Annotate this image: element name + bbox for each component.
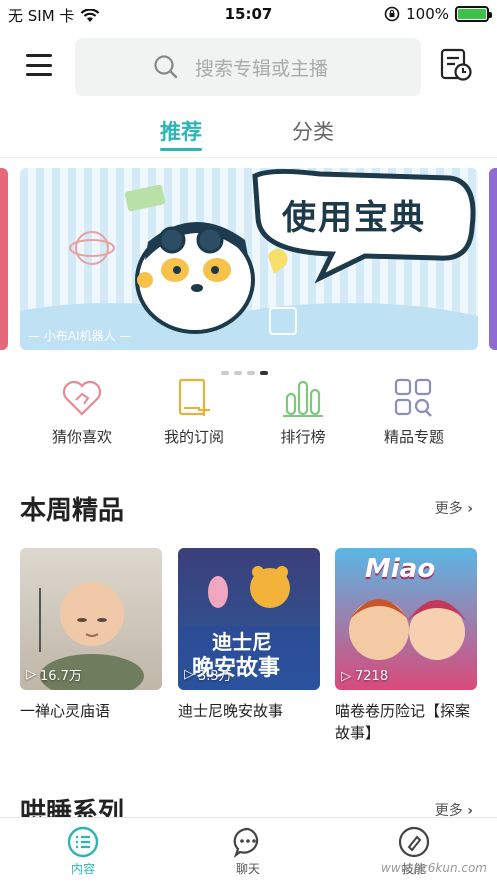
- menu-icon[interactable]: [26, 54, 52, 76]
- play-count-value: 16.7万: [40, 669, 82, 684]
- tab-category[interactable]: 分类: [292, 116, 334, 146]
- content-tabs: 推荐 分类: [0, 114, 497, 158]
- book-add-icon: [178, 378, 210, 416]
- quick-ranking[interactable]: 排行榜: [258, 378, 348, 447]
- banner-pagination: [221, 371, 268, 375]
- play-icon: ▷: [184, 667, 194, 682]
- tab-label: 聊天: [235, 862, 260, 876]
- history-icon[interactable]: [440, 48, 472, 82]
- tab-content[interactable]: 内容: [43, 826, 123, 877]
- album-card[interactable]: Miao ▷ 7218 喵卷卷历险记【探案故事】: [335, 548, 477, 744]
- search-input[interactable]: 搜索专辑或主播: [75, 38, 421, 96]
- quick-my-subscriptions[interactable]: 我的订阅: [149, 378, 239, 447]
- play-count-value: 7218: [355, 669, 389, 684]
- play-icon: ▷: [26, 667, 36, 682]
- album-cover: Miao ▷ 7218: [335, 548, 477, 690]
- play-count: ▷ 16.7万: [26, 665, 82, 684]
- quick-label: 猜你喜欢: [51, 428, 112, 446]
- search-placeholder: 搜索专辑或主播: [195, 57, 329, 80]
- more-label: 更多: [434, 501, 463, 517]
- quick-entries: 猜你喜欢 我的订阅 排行榜 精品专题: [0, 378, 497, 458]
- quick-label: 排行榜: [280, 428, 326, 446]
- next-banner-peek: [489, 168, 497, 350]
- bar-chart-icon: [283, 380, 323, 417]
- pagination-dot-active: [260, 371, 268, 375]
- tab-recommend[interactable]: 推荐: [160, 116, 202, 151]
- album-cover: ▷ 16.7万: [20, 548, 162, 690]
- album-cover: 迪士尼 晚安故事 ▷ 3.3万: [178, 548, 320, 690]
- watermark: www.pc6kun.com: [381, 861, 487, 875]
- quick-guess-you-like[interactable]: 猜你喜欢: [37, 378, 127, 447]
- play-count-value: 3.3万: [198, 669, 232, 684]
- album-card[interactable]: ▷ 16.7万 一禅心灵庙语: [20, 548, 162, 722]
- skills-icon: [398, 826, 430, 858]
- album-card[interactable]: 迪士尼 晚安故事 ▷ 3.3万 迪士尼晚安故事: [178, 548, 320, 722]
- bottom-tab-bar: 内容 聊天 技能 www.pc6kun.com: [0, 817, 497, 883]
- tab-label: 内容: [70, 862, 95, 876]
- album-title: 迪士尼晚安故事: [178, 702, 284, 720]
- weekly-more-link[interactable]: 更多 ›: [435, 498, 473, 518]
- banner-title: 使用宝典: [282, 198, 426, 238]
- top-bar: 搜索专辑或主播: [0, 36, 497, 96]
- section-title-weekly: 本周精品: [20, 496, 125, 526]
- pagination-dot: [247, 371, 255, 375]
- prev-banner-peek: [0, 168, 8, 350]
- search-icon: [154, 55, 178, 79]
- list-circle-icon: [67, 826, 99, 858]
- album-title: 喵卷卷历险记【探案故事】: [335, 702, 471, 742]
- orientation-lock-icon: [384, 6, 400, 22]
- weekly-cards: ▷ 16.7万 一禅心灵庙语 迪士尼 晚安故事 ▷ 3.3万 迪士尼晚安故事 M…: [20, 548, 480, 748]
- pagination-dot: [221, 371, 229, 375]
- promo-banner[interactable]: 使用宝典 — 小布AI机器人 —: [20, 168, 478, 350]
- album-title: 一禅心灵庙语: [20, 702, 111, 720]
- quick-featured-topics[interactable]: 精品专题: [369, 378, 459, 447]
- pagination-dot: [234, 371, 242, 375]
- heart-hand-icon: [62, 380, 102, 416]
- status-bar: 无 SIM 卡 15:07 100%: [0, 0, 497, 28]
- grid-search-icon: [394, 378, 432, 417]
- chat-bubble-icon: [233, 827, 259, 858]
- chevron-right-icon: ›: [467, 501, 473, 517]
- quick-label: 精品专题: [383, 428, 444, 446]
- banner-caption: — 小布AI机器人 —: [28, 329, 132, 343]
- cover-title: Miao: [365, 554, 436, 584]
- play-count: ▷ 3.3万: [184, 665, 232, 684]
- tab-chat[interactable]: 聊天: [208, 826, 288, 877]
- play-icon: ▷: [341, 669, 351, 684]
- battery-icon: [455, 6, 492, 22]
- quick-label: 我的订阅: [163, 428, 224, 446]
- battery-percent: 100%: [406, 5, 449, 23]
- play-count: ▷ 7218: [341, 669, 388, 684]
